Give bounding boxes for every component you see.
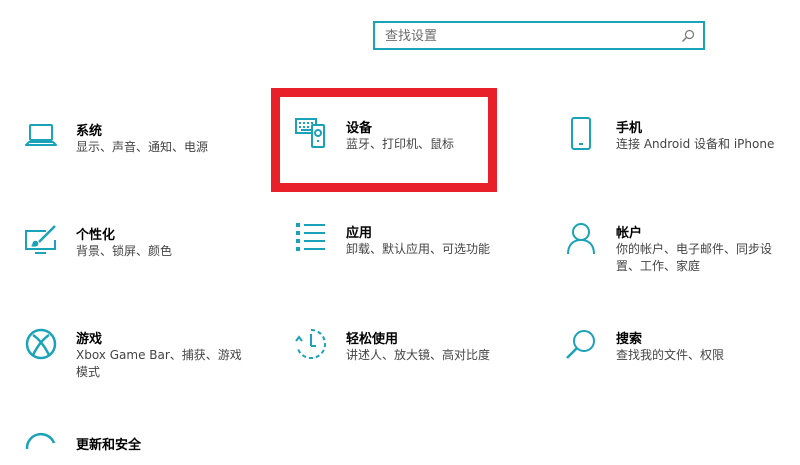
update-icon	[25, 431, 59, 465]
tile-title: 系统	[76, 124, 103, 139]
tile-description: 讲述人、放大镜、高对比度	[346, 348, 491, 362]
tile-description: 显示、声音、通知、电源	[76, 140, 209, 154]
tile-accounts[interactable]: 帐户 你的帐户、电子邮件、同步设置、工作、家庭	[565, 222, 795, 282]
tile-system[interactable]: 系统 显示、声音、通知、电源	[25, 120, 255, 180]
personalization-icon	[25, 224, 59, 258]
tile-description: 卸载、默认应用、可选功能	[346, 242, 491, 256]
account-icon	[565, 222, 599, 256]
highlight-box	[271, 88, 497, 192]
tile-description: 查找我的文件、权限	[616, 348, 725, 362]
search-icon	[565, 328, 599, 362]
search-glass-icon[interactable]	[681, 29, 695, 43]
tile-title: 手机	[616, 121, 643, 136]
phone-icon	[565, 117, 599, 151]
search-input[interactable]	[385, 26, 675, 46]
tile-gaming[interactable]: 游戏 Xbox Game Bar、捕获、游戏模式	[25, 328, 255, 388]
tile-title: 游戏	[76, 332, 103, 347]
tile-ease-of-access[interactable]: 轻松使用 讲述人、放大镜、高对比度	[295, 328, 525, 388]
tile-personalization[interactable]: 个性化 背景、锁屏、颜色	[25, 224, 255, 284]
xbox-icon	[25, 328, 59, 362]
tile-title: 轻松使用	[346, 332, 399, 347]
tile-title: 更新和安全	[76, 438, 142, 453]
tile-description: 你的帐户、电子邮件、同步设置、工作、家庭	[616, 242, 773, 273]
tile-title: 搜索	[616, 332, 643, 347]
laptop-icon	[25, 120, 59, 154]
tile-description: 背景、锁屏、颜色	[76, 244, 173, 258]
tile-search[interactable]: 搜索 查找我的文件、权限	[565, 328, 795, 388]
tile-description: 连接 Android 设备和 iPhone	[616, 137, 775, 151]
tile-description: Xbox Game Bar、捕获、游戏模式	[76, 348, 242, 379]
tile-title: 帐户	[616, 226, 643, 241]
tile-apps[interactable]: 应用 卸载、默认应用、可选功能	[295, 222, 525, 282]
tile-title: 个性化	[76, 228, 116, 243]
ease-of-access-icon	[295, 328, 329, 362]
apps-icon	[295, 222, 329, 256]
tile-title: 应用	[346, 226, 373, 241]
settings-search-box[interactable]	[373, 21, 705, 50]
tile-update-security[interactable]: 更新和安全	[25, 431, 255, 453]
tile-phone[interactable]: 手机 连接 Android 设备和 iPhone	[565, 117, 795, 177]
